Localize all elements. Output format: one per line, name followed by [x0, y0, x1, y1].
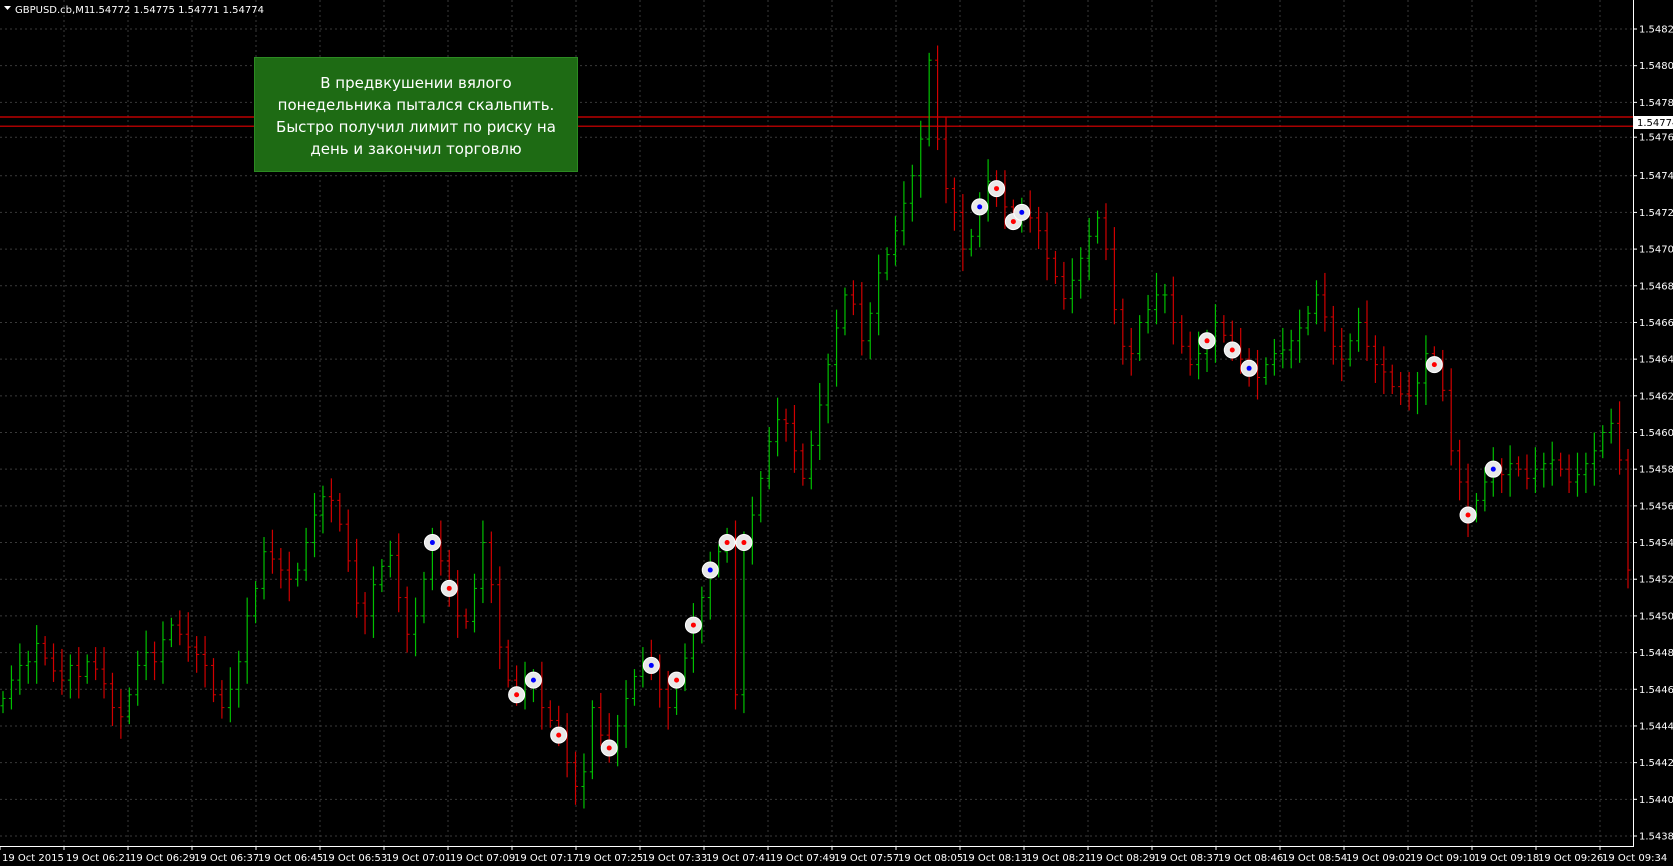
trade-marker-dot [1204, 338, 1210, 344]
time-tick-label: 19 Oct 07:41 [706, 853, 771, 864]
time-tick-label: 19 Oct 08:54 [1282, 853, 1347, 864]
time-tick-label: 19 Oct 06:37 [194, 853, 259, 864]
price-tick-label: 1.54485 [1639, 648, 1673, 659]
time-tick-label: 19 Oct 07:09 [450, 853, 515, 864]
price-tick-label: 1.54825 [1639, 25, 1673, 36]
annotation-note: В предвкушении вялого понедельника пытал… [254, 57, 578, 172]
chart-header: GBPUSD.cb,M1 1.54772 1.54775 1.54771 1.5… [4, 5, 264, 16]
price-tick-label: 1.54645 [1639, 355, 1673, 366]
price-axis-border [1633, 0, 1634, 846]
current-price-label: 1.54774 [1634, 116, 1673, 129]
trade-marker-dot [1431, 362, 1437, 368]
price-tick-label: 1.54525 [1639, 575, 1673, 586]
time-tick-label: 19 Oct 06:29 [130, 853, 195, 864]
price-chart[interactable]: 1.54825 1.54805 1.54785 1.54766 1.54745 1.547… [0, 0, 1673, 866]
time-tick-label: 19 Oct 07:01 [386, 853, 451, 864]
price-tick-label: 1.54585 [1639, 465, 1673, 476]
trade-marker-dot [429, 540, 435, 546]
time-tick-label: 19 Oct 06:45 [258, 853, 323, 864]
time-tick-label: 19 Oct 07:57 [834, 853, 899, 864]
price-tick-label: 1.54465 [1639, 685, 1673, 696]
time-tick-label: 19 Oct 08:21 [1026, 853, 1091, 864]
price-tick-label: 1.54665 [1639, 318, 1673, 329]
price-tick-label: 1.54725 [1639, 208, 1673, 219]
trade-marker-dot [648, 662, 654, 668]
price-tick-label: 1.54505 [1639, 611, 1673, 622]
time-tick-label: 19 Oct 06:53 [322, 853, 387, 864]
time-tick-label: 19 Oct 07:33 [642, 853, 707, 864]
time-tick-label: 19 Oct 07:49 [770, 853, 835, 864]
price-tick-label: 1.54605 [1639, 428, 1673, 439]
trade-marker-dot [1019, 209, 1025, 215]
time-tick-label: 19 Oct 09:02 [1346, 853, 1411, 864]
price-tick-label: 1.54766 [1639, 133, 1673, 144]
trade-marker-dot [1229, 347, 1235, 353]
time-tick-label: 19 Oct 08:46 [1218, 853, 1283, 864]
trade-marker-dot [514, 692, 520, 698]
price-tick-label: 1.54445 [1639, 721, 1673, 732]
time-tick-label: 19 Oct 06:21 [66, 853, 131, 864]
trade-marker-dot [1010, 219, 1016, 225]
trade-marker-dot [690, 622, 696, 628]
time-tick-label: 19 Oct 08:37 [1154, 853, 1219, 864]
trade-marker-dot [1465, 512, 1471, 518]
price-tick-label: 1.54785 [1639, 98, 1673, 109]
ohlc-values: 1.54772 1.54775 1.54771 1.54774 [89, 5, 264, 16]
price-tick-label: 1.54745 [1639, 171, 1673, 182]
trade-marker-dot [674, 677, 680, 683]
price-tick-label: 1.54425 [1639, 758, 1673, 769]
trade-marker-dot [707, 567, 713, 573]
time-tick-label: 19 Oct 08:13 [962, 853, 1027, 864]
trade-marker-dot [530, 677, 536, 683]
price-tick-label: 1.54705 [1639, 245, 1673, 256]
price-tick-label: 1.54545 [1639, 538, 1673, 549]
symbol-label: GBPUSD.cb,M1 [15, 5, 90, 16]
time-axis-border [0, 846, 1634, 847]
time-tick-label: 19 Oct 09:34 [1602, 853, 1667, 864]
current-price-text: 1.54774 [1637, 118, 1673, 129]
time-tick-label: 19 Oct 2015 [2, 853, 64, 864]
time-tick-label: 19 Oct 09:18 [1474, 853, 1539, 864]
time-tick-label: 19 Oct 09:10 [1410, 853, 1475, 864]
trade-marker-dot [556, 732, 562, 738]
price-tick-label: 1.54685 [1639, 281, 1673, 292]
time-tick-label: 19 Oct 08:05 [898, 853, 963, 864]
trade-marker-dot [446, 585, 452, 591]
trade-marker-dot [741, 540, 747, 546]
price-tick-label: 1.54565 [1639, 501, 1673, 512]
time-tick-label: 19 Oct 09:26 [1538, 853, 1603, 864]
trade-marker-dot [1490, 466, 1496, 472]
trade-marker-dot [606, 745, 612, 751]
price-tick-label: 1.54385 [1639, 832, 1673, 843]
time-tick-label: 19 Oct 07:17 [514, 853, 579, 864]
time-tick-label: 19 Oct 08:29 [1090, 853, 1155, 864]
trade-marker-dot [724, 540, 730, 546]
trade-marker-dot [1246, 365, 1252, 371]
price-tick-label: 1.54625 [1639, 391, 1673, 402]
trade-marker-dot [994, 186, 1000, 192]
trade-marker-dot [977, 204, 983, 210]
price-tick-label: 1.54805 [1639, 61, 1673, 72]
time-tick-label: 19 Oct 07:25 [578, 853, 643, 864]
price-tick-label: 1.54405 [1639, 795, 1673, 806]
